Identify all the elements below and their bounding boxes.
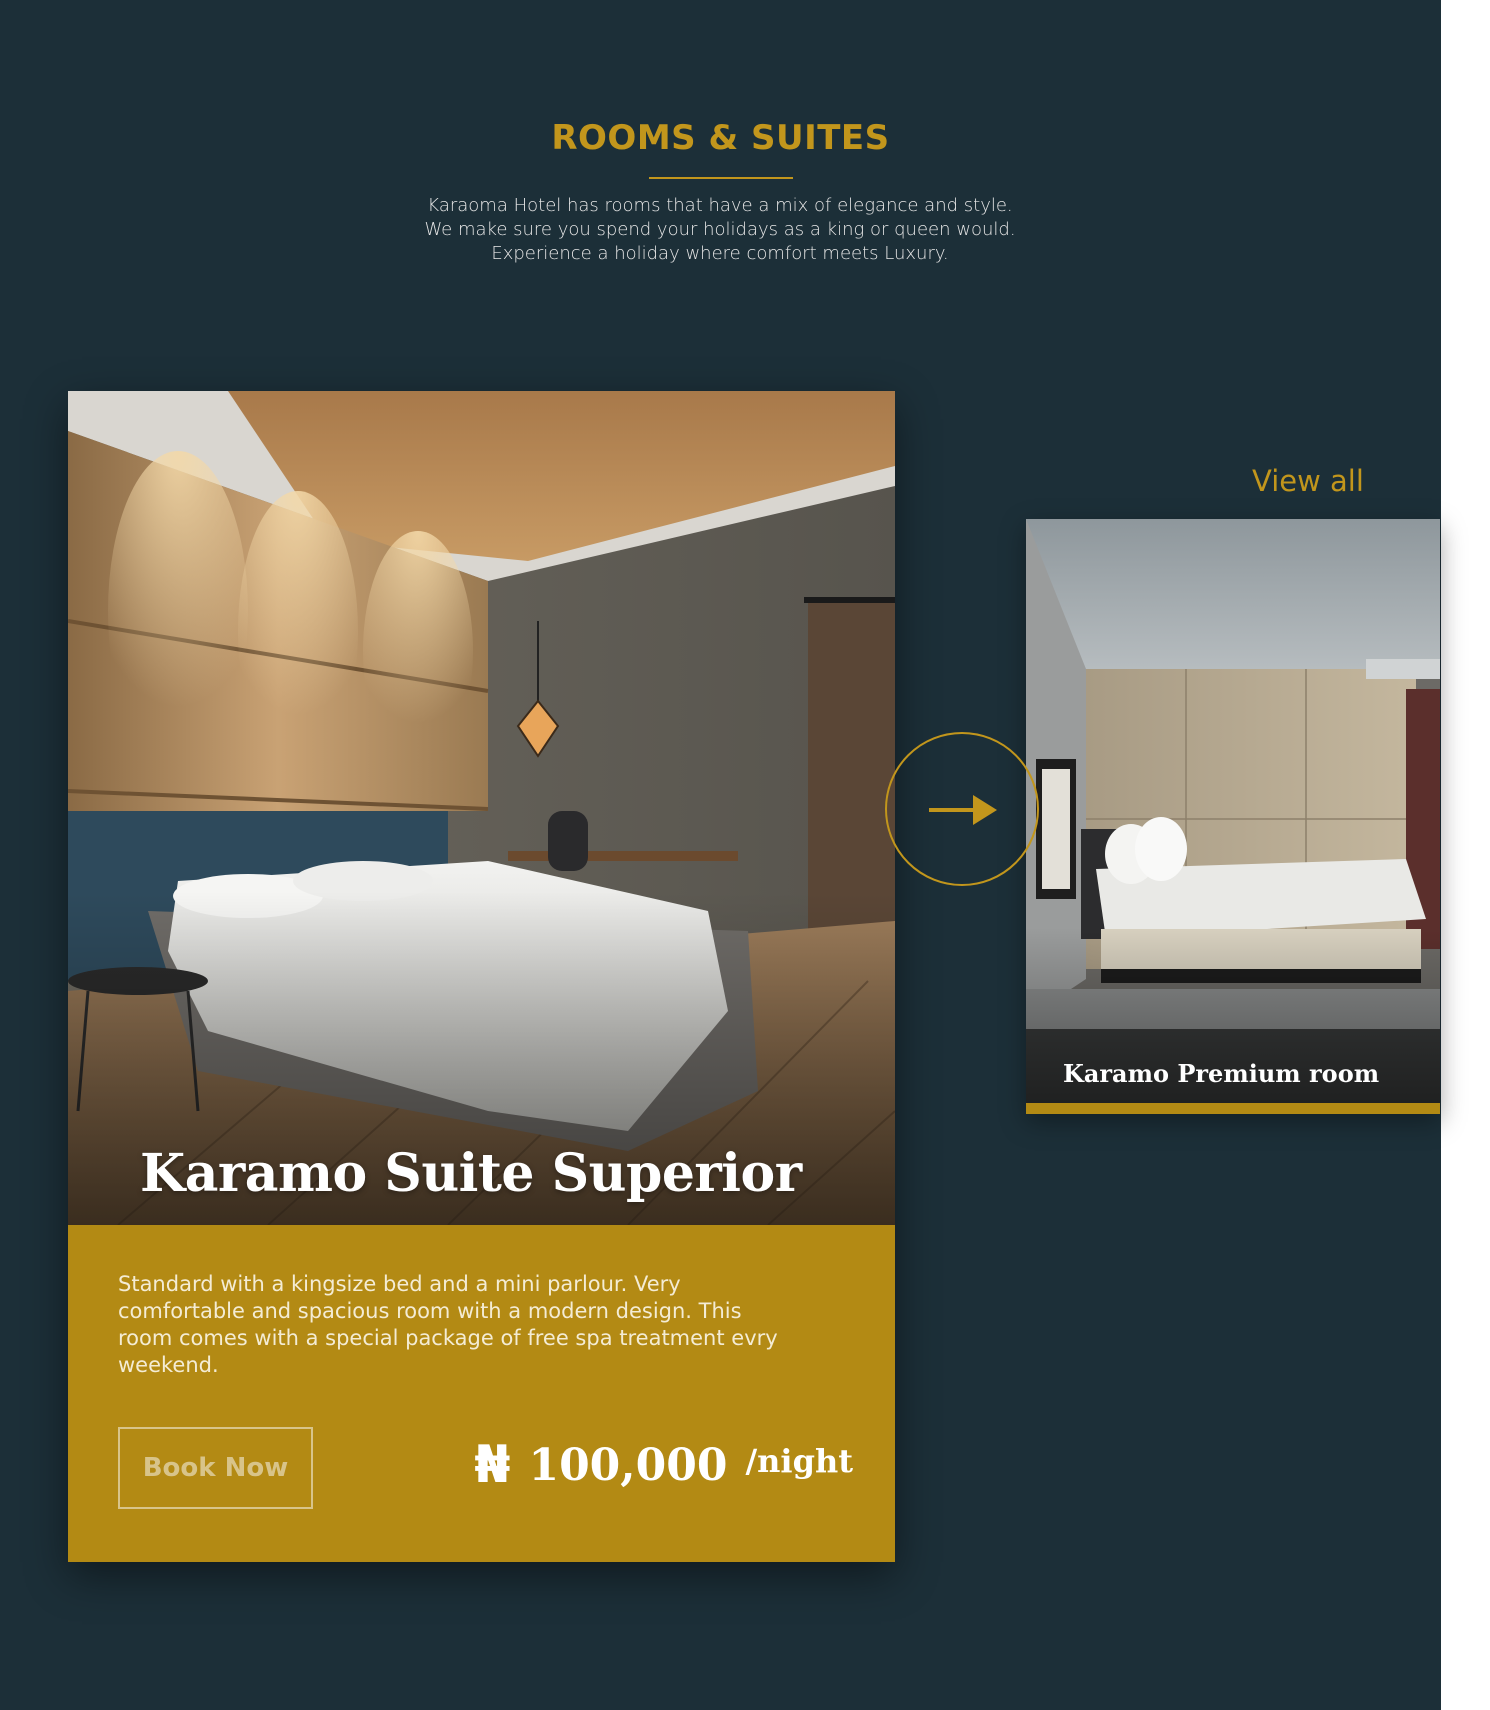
featured-room-info: Standard with a kingsize bed and a mini …	[68, 1225, 895, 1562]
next-room-accent-bar	[1026, 1103, 1440, 1114]
naira-icon: ₦	[474, 1435, 511, 1495]
featured-room-description: Standard with a kingsize bed and a mini …	[118, 1272, 778, 1377]
book-now-button[interactable]: Book Now	[118, 1427, 313, 1509]
next-room-button[interactable]	[885, 732, 1039, 886]
featured-room-photo	[68, 391, 895, 1225]
section-intro: Karaoma Hotel has rooms that have a mix …	[424, 195, 1016, 264]
next-room-photo	[1026, 519, 1440, 1103]
price-unit: /night	[745, 1442, 853, 1480]
next-room-card[interactable]: Karamo Premium room	[1026, 519, 1440, 1114]
section-heading: ROOMS & SUITES	[551, 118, 890, 158]
arrow-right-icon	[929, 795, 997, 825]
heading-underline	[649, 177, 793, 179]
featured-room-card: Karamo Suite Superior Standard with a ki…	[68, 391, 895, 1562]
price-amount: 100,000	[528, 1439, 728, 1491]
next-room-title: Karamo Premium room	[1063, 1059, 1380, 1088]
rooms-suites-section: ROOMS & SUITES Karaoma Hotel has rooms t…	[0, 0, 1441, 1710]
featured-room-title: Karamo Suite Superior	[140, 1143, 802, 1204]
view-all-link[interactable]: View all	[1252, 464, 1364, 498]
room-price: ₦ 100,000 /night	[474, 1435, 853, 1495]
